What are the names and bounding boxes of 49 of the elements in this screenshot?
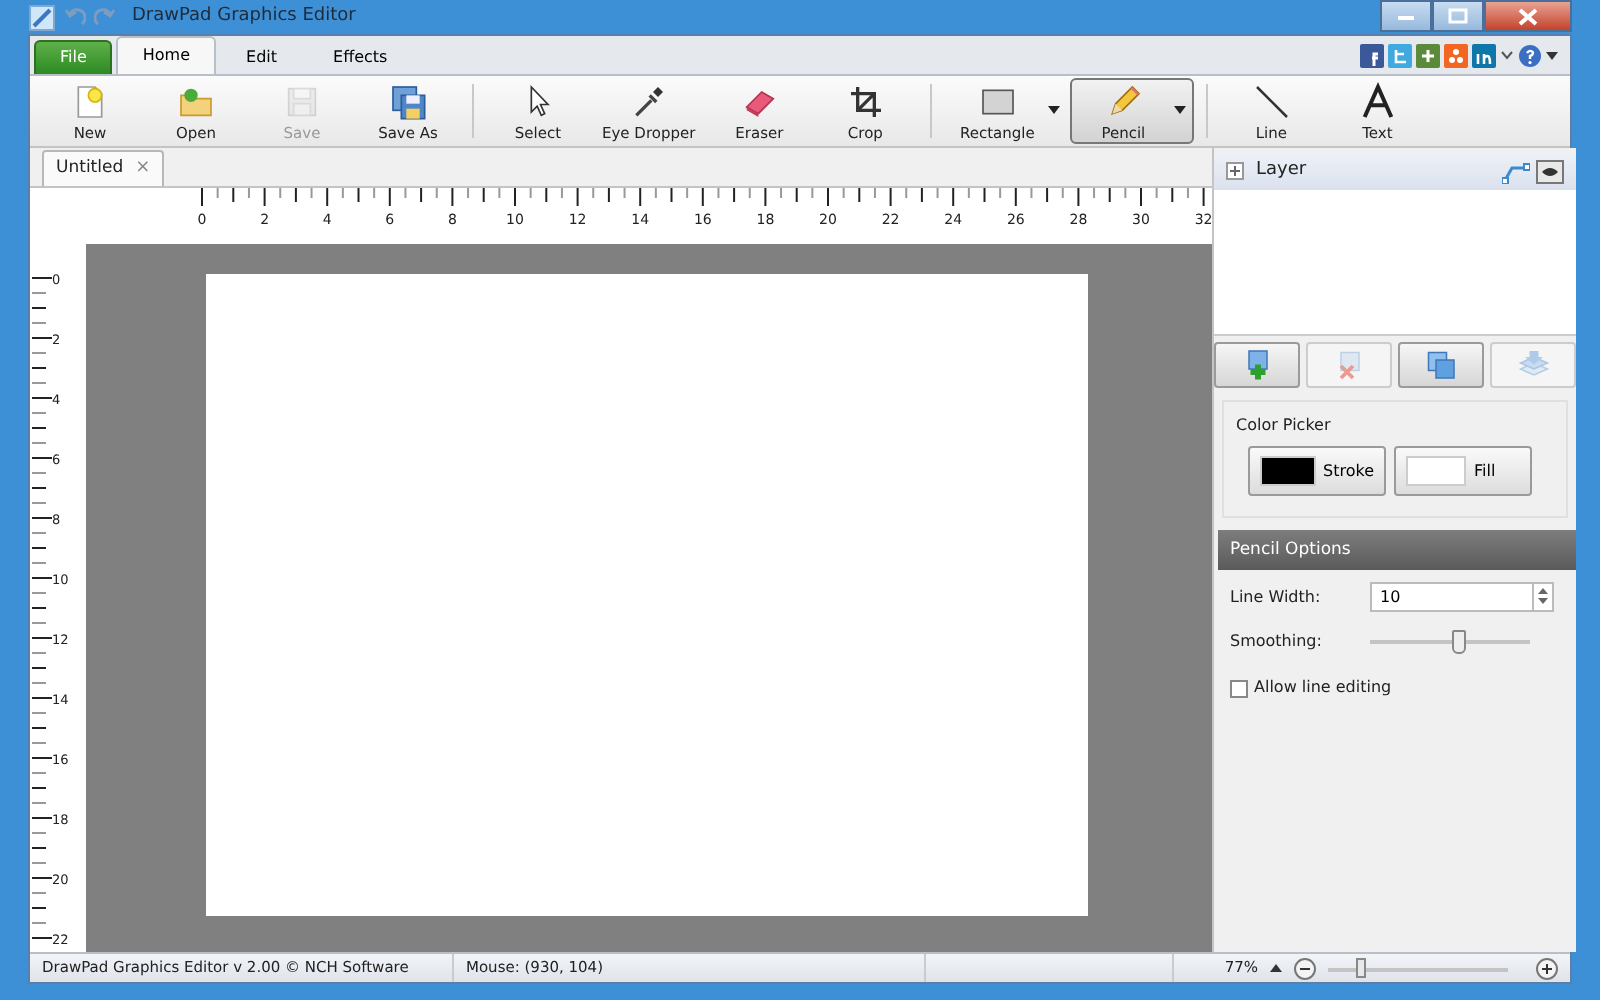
checkbox-label: Allow line editing: [1254, 676, 1392, 700]
color-button[interactable]: Fill: [1394, 446, 1532, 496]
minimize-icon: [1396, 10, 1416, 22]
minimize-button[interactable]: [1380, 0, 1432, 32]
document-tab[interactable]: Untitled ×: [42, 149, 165, 186]
spin-down-icon[interactable]: [1534, 596, 1552, 608]
chevron-down-icon[interactable]: [1500, 48, 1514, 62]
ribbon-tab[interactable]: Home: [116, 36, 217, 74]
field-label: Smoothing:: [1230, 630, 1324, 654]
duplicate-layer-icon: [1423, 347, 1459, 383]
eye-icon[interactable]: [1536, 159, 1564, 183]
spin-up-icon[interactable]: [1534, 584, 1552, 596]
layer-name: Layer: [1256, 157, 1307, 184]
path-icon[interactable]: [1502, 159, 1530, 183]
letter-a-icon: [1357, 82, 1398, 122]
expand-icon[interactable]: [1226, 162, 1244, 180]
line-width-field[interactable]: 10: [1370, 582, 1532, 612]
layer-action-button[interactable]: [1214, 342, 1300, 388]
help-icon[interactable]: [1518, 43, 1542, 67]
zoom-out-button[interactable]: [1294, 957, 1316, 979]
facebook-icon[interactable]: [1360, 43, 1384, 67]
smoothing-slider[interactable]: [1370, 628, 1530, 656]
linkedin-icon[interactable]: [1472, 43, 1496, 67]
caret-up-icon[interactable]: [1270, 963, 1282, 973]
group-title: Color Picker: [1236, 414, 1333, 438]
slider-thumb[interactable]: [1452, 630, 1466, 654]
close-button[interactable]: [1484, 0, 1572, 32]
options-header: Pencil Options: [1218, 530, 1576, 570]
caret-icon[interactable]: [1546, 49, 1558, 61]
close-tab-button[interactable]: ×: [135, 155, 151, 182]
ribbon-tab[interactable]: Effects: [307, 40, 414, 74]
ribbon-tab[interactable]: Edit: [220, 40, 304, 74]
floppy-disks-icon: [388, 82, 428, 122]
checkbox[interactable]: [1230, 679, 1248, 697]
color-button[interactable]: Stroke: [1248, 446, 1386, 496]
app-icon: [28, 3, 56, 31]
field-label: Line Width:: [1230, 585, 1323, 609]
maximize-button[interactable]: [1432, 0, 1484, 32]
window-title: DrawPad Graphics Editor: [132, 3, 356, 30]
maximize-icon: [1448, 8, 1468, 24]
slider-thumb[interactable]: [1356, 958, 1367, 978]
crop-icon: [845, 82, 886, 122]
layer-action-button[interactable]: [1398, 342, 1484, 388]
share-icon[interactable]: [1444, 43, 1468, 67]
close-icon: [1518, 7, 1538, 25]
zoom-in-button[interactable]: [1536, 957, 1558, 979]
line-icon: [1251, 82, 1292, 122]
zoom-slider[interactable]: [1328, 956, 1508, 980]
plus-icon[interactable]: [1416, 43, 1440, 67]
